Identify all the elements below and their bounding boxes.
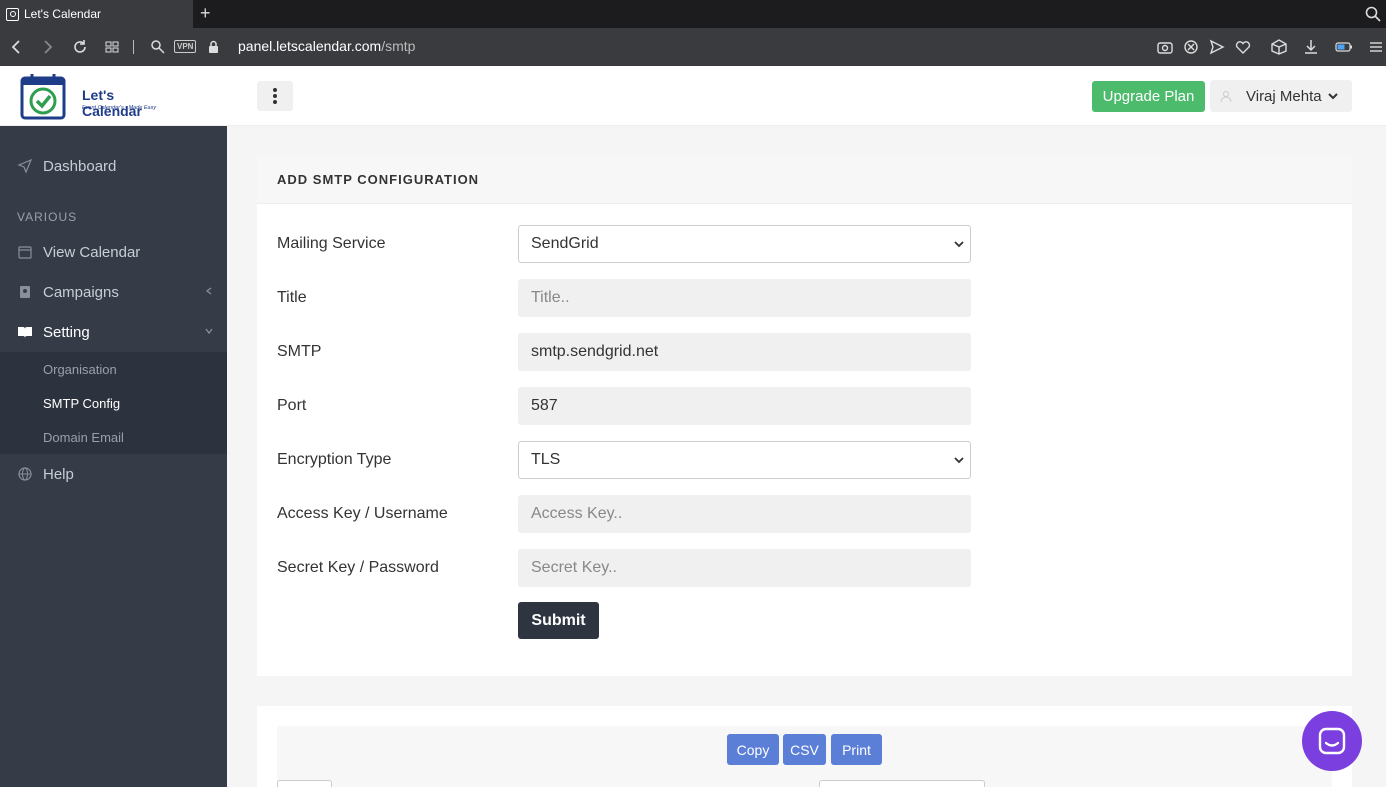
sidebar-item-label: Help — [43, 465, 74, 483]
sidebar-item-label: Campaigns — [43, 283, 119, 301]
logo[interactable]: Let's Calendar Event Calendar's - Made E… — [20, 72, 170, 120]
vpn-badge[interactable]: VPN — [174, 40, 197, 53]
encryption-row: Encryption Type TLS — [277, 441, 977, 479]
lock-icon — [209, 40, 218, 53]
upgrade-plan-button[interactable]: Upgrade Plan — [1092, 81, 1205, 112]
mailing-service-label: Mailing Service — [277, 235, 386, 252]
mailing-service-select[interactable]: SendGrid — [518, 225, 971, 263]
title-input[interactable] — [518, 279, 971, 317]
app-header: Let's Calendar Event Calendar's - Made E… — [0, 66, 1386, 126]
calendar-icon — [18, 246, 32, 259]
address-bar: VPN panel.letscalendar.com/smtp — [0, 28, 1386, 66]
send-icon[interactable] — [1207, 37, 1227, 57]
chat-icon — [1318, 727, 1346, 755]
heart-icon[interactable] — [1233, 37, 1253, 57]
battery-icon[interactable] — [1334, 37, 1354, 57]
encryption-type-value: TLS — [531, 451, 561, 468]
url-field[interactable]: panel.letscalendar.com/smtp — [238, 38, 415, 54]
submenu-item-organisation[interactable]: Organisation — [43, 362, 117, 377]
title-row: Title — [277, 279, 977, 317]
chevron-down-icon — [1327, 93, 1338, 100]
print-button[interactable]: Print — [831, 734, 882, 765]
logo-tagline: Event Calendar's - Made Easy — [82, 105, 157, 111]
url-path: /smtp — [381, 38, 416, 54]
reload-icon[interactable] — [70, 37, 90, 57]
link-icon[interactable] — [148, 37, 168, 57]
box-icon[interactable] — [1269, 37, 1289, 57]
grid-icon[interactable] — [102, 37, 122, 57]
chevron-down-icon — [954, 457, 964, 464]
smtp-input[interactable] — [518, 333, 971, 371]
sidebar-item-campaigns[interactable]: Campaigns — [0, 272, 227, 312]
smtp-label: SMTP — [277, 343, 322, 360]
book-icon — [18, 327, 32, 338]
access-key-input[interactable] — [518, 495, 971, 533]
calendar-check-icon — [20, 74, 66, 120]
search-icon[interactable] — [1364, 5, 1382, 23]
url-host: panel.letscalendar.com — [238, 38, 382, 54]
forward-icon[interactable] — [38, 37, 58, 57]
user-name: Viraj Mehta — [1246, 87, 1322, 105]
camera-icon[interactable] — [1155, 37, 1175, 57]
new-tab-icon[interactable]: + — [200, 3, 211, 23]
sidebar-item-dashboard[interactable]: Dashboard — [0, 146, 227, 186]
port-input[interactable] — [518, 387, 971, 425]
access-key-row: Access Key / Username — [277, 495, 977, 533]
secret-key-row: Secret Key / Password — [277, 549, 977, 587]
sidebar-item-label: Dashboard — [43, 157, 117, 175]
user-menu[interactable]: Viraj Mehta — [1210, 80, 1352, 112]
port-label: Port — [277, 397, 307, 414]
page-length-select[interactable] — [277, 780, 332, 787]
secret-key-input[interactable] — [518, 549, 971, 587]
csv-button[interactable]: CSV — [783, 734, 826, 765]
send-icon — [17, 158, 33, 174]
encryption-type-label: Encryption Type — [277, 451, 392, 468]
more-options-button[interactable] — [257, 81, 293, 111]
sidebar-item-label: Setting — [43, 323, 90, 341]
sidebar-item-view-calendar[interactable]: View Calendar — [0, 232, 227, 272]
mailing-service-value: SendGrid — [531, 235, 599, 252]
access-key-label: Access Key / Username — [277, 505, 448, 522]
secret-key-label: Secret Key / Password — [277, 559, 439, 576]
tab-title: Let's Calendar — [24, 7, 102, 21]
encryption-type-select[interactable]: TLS — [518, 441, 971, 479]
chevron-down-icon — [205, 328, 213, 335]
tab-favicon-icon — [6, 7, 19, 21]
setting-submenu: Organisation SMTP Config Domain Email — [0, 352, 227, 454]
copy-button[interactable]: Copy — [727, 734, 779, 765]
adblock-icon[interactable] — [1181, 37, 1201, 57]
submit-button[interactable]: Submit — [518, 602, 599, 639]
smtp-config-card: ADD SMTP CONFIGURATION Mailing Service S… — [257, 156, 1352, 676]
sidebar-item-help[interactable]: Help — [0, 454, 227, 494]
user-avatar-icon — [1220, 91, 1232, 102]
submenu-item-smtp-config[interactable]: SMTP Config — [43, 396, 120, 411]
back-icon[interactable] — [6, 37, 26, 57]
port-row: Port — [277, 387, 977, 425]
submenu-item-domain-email[interactable]: Domain Email — [43, 430, 124, 445]
smtp-row: SMTP — [277, 333, 977, 371]
toolbar-divider — [133, 40, 134, 54]
sidebar: Dashboard VARIOUS View Calendar Campaign… — [0, 126, 227, 787]
title-label: Title — [277, 289, 307, 306]
browser-tab-bar: Let's Calendar + — [0, 0, 1386, 28]
logo-title: Let's Calendar — [82, 87, 142, 119]
browser-tab[interactable]: Let's Calendar — [0, 0, 193, 28]
card-title: ADD SMTP CONFIGURATION — [257, 156, 1352, 204]
globe-icon — [18, 467, 32, 481]
contact-book-icon — [20, 286, 30, 298]
chat-launcher-button[interactable] — [1302, 711, 1362, 771]
menu-icon[interactable] — [1366, 37, 1386, 57]
sidebar-item-setting[interactable]: Setting — [0, 312, 227, 352]
download-icon[interactable] — [1301, 37, 1321, 57]
smtp-list-card: Copy CSV Print — [257, 706, 1352, 787]
mailing-service-row: Mailing Service SendGrid — [277, 225, 977, 263]
sidebar-item-label: View Calendar — [43, 243, 141, 261]
sidebar-section-label: VARIOUS — [17, 210, 78, 224]
table-search-input[interactable] — [819, 780, 985, 787]
chevron-down-icon — [954, 241, 964, 248]
chevron-left-icon — [205, 287, 212, 295]
